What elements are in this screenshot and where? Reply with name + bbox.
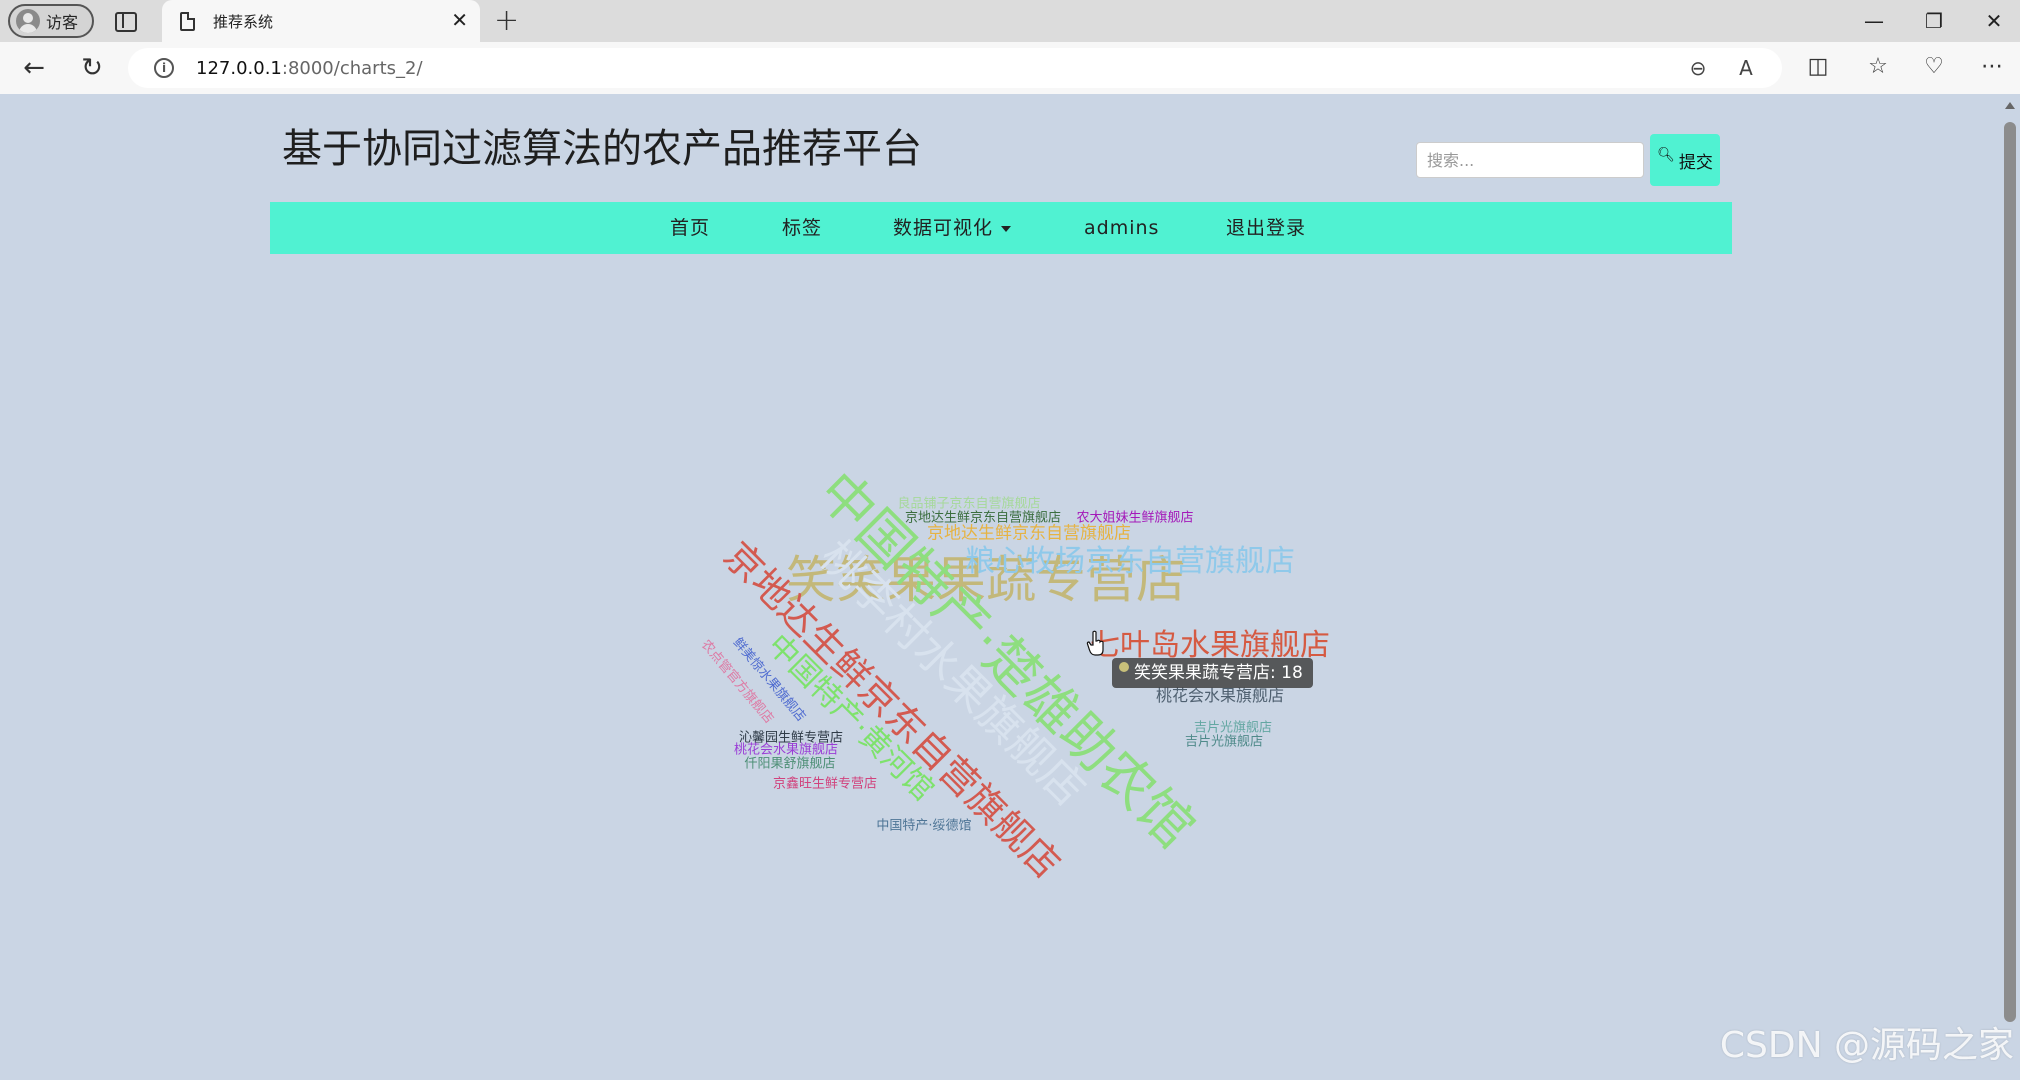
tooltip-label: 笑笑果果蔬专营店: [1134, 663, 1270, 683]
word-cloud-word[interactable]: 仟阳果舒旗舰店: [744, 758, 835, 771]
word-cloud-word[interactable]: 吉片光旗舰店: [1185, 736, 1263, 749]
browser-tabstrip: 访客 推荐系统 ✕ + — ❐ ✕: [0, 0, 2020, 42]
new-tab-icon[interactable]: +: [494, 4, 519, 38]
split-screen-icon[interactable]: ◫: [1802, 54, 1834, 79]
restore-icon[interactable]: ❐: [1914, 6, 1954, 36]
tooltip-value: 18: [1281, 663, 1303, 683]
tab-title: 推荐系统: [213, 12, 274, 31]
word-cloud-word[interactable]: 京鑫旺生鲜专营店: [773, 778, 877, 791]
word-cloud-word[interactable]: 桃花会水果旗舰店: [1156, 688, 1284, 704]
word-cloud-word[interactable]: 七叶岛水果旗舰店: [1090, 631, 1330, 661]
word-cloud-word[interactable]: 良品铺子京东自营旗舰店: [897, 498, 1040, 511]
word-cloud-word[interactable]: 京地达生鲜京东自营旗舰店: [905, 512, 1061, 525]
more-menu-icon[interactable]: ⋯: [1976, 54, 2008, 79]
hand-cursor-icon: [1086, 630, 1104, 656]
watermark: CSDN @源码之家: [1719, 1025, 2014, 1066]
refresh-icon[interactable]: ↻: [76, 52, 108, 84]
close-window-icon[interactable]: ✕: [1974, 6, 2014, 36]
word-cloud-chart: 笑笑果果蔬专营店 中国特产·楚雄助农馆 京地达生鲜京东自营旗舰店 桃李村水果旗舰店 七叶…: [0, 94, 2020, 1080]
page-icon: [180, 11, 195, 31]
back-icon[interactable]: ←: [18, 52, 50, 84]
scroll-up-icon[interactable]: [2005, 102, 2015, 109]
browser-tab[interactable]: 推荐系统 ✕: [162, 0, 480, 42]
tab-actions-icon[interactable]: [112, 8, 138, 34]
info-icon[interactable]: i: [154, 58, 174, 78]
read-aloud-icon[interactable]: A: [1732, 56, 1760, 80]
favorites-icon[interactable]: ☆: [1862, 54, 1894, 79]
browser-toolbar: ← ↻ i 127.0.0.1:8000/charts_2/ ⊖ A ◫ ☆ ♡…: [0, 42, 2020, 94]
user-avatar-icon: [16, 9, 40, 33]
word-cloud-word[interactable]: 吉片光旗舰店: [1194, 722, 1272, 735]
word-cloud-word[interactable]: 中国特产·绥德馆: [876, 820, 971, 833]
word-cloud-word[interactable]: 粮心牧场京东自营旗舰店: [965, 547, 1295, 577]
address-bar[interactable]: i 127.0.0.1:8000/charts_2/ ⊖ A: [128, 48, 1782, 88]
tooltip-marker: [1119, 662, 1129, 672]
word-cloud-word[interactable]: 桃花会水果旗舰店: [734, 744, 838, 757]
url-text: 127.0.0.1:8000/charts_2/: [196, 57, 423, 79]
close-tab-icon[interactable]: ✕: [451, 10, 468, 30]
minimize-icon[interactable]: —: [1854, 6, 1894, 36]
page-scrollbar[interactable]: [2000, 94, 2020, 1080]
page-viewport: 基于协同过滤算法的农产品推荐平台 🔍︎ 提交 首页 标签 数据可视化 admin…: [0, 94, 2020, 1080]
word-cloud-word[interactable]: 京地达生鲜京东自营旗舰店: [927, 525, 1131, 543]
browser-essentials-icon[interactable]: ♡: [1918, 54, 1950, 79]
zoom-out-icon[interactable]: ⊖: [1684, 56, 1712, 80]
word-cloud-word[interactable]: 农大姐妹生鲜旗舰店: [1076, 512, 1193, 525]
chart-tooltip: 笑笑果果蔬专营店: 18: [1112, 658, 1313, 688]
profile-button[interactable]: 访客: [8, 4, 94, 38]
scrollbar-thumb[interactable]: [2004, 122, 2016, 1022]
profile-label: 访客: [46, 13, 79, 32]
